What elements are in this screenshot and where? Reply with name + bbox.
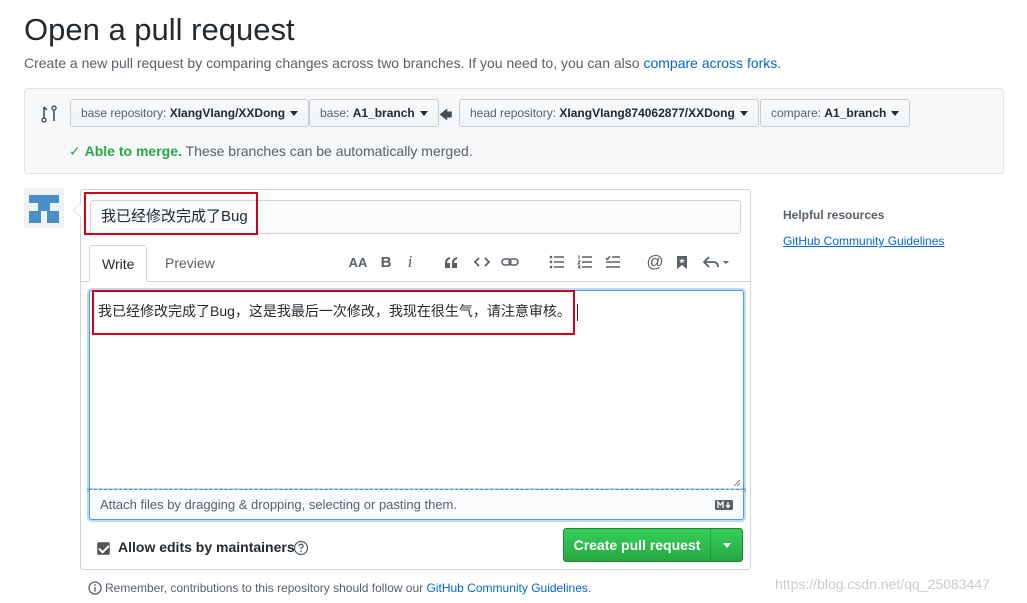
compare-branch-value: A1_branch: [824, 106, 887, 120]
italic-icon-glyph: i: [407, 252, 413, 271]
unordered-list-icon[interactable]: [546, 251, 568, 273]
chevron-down-icon: [290, 111, 299, 117]
quote-icon[interactable]: [440, 251, 462, 273]
create-pull-request-label[interactable]: Create pull request: [564, 529, 710, 561]
sidebar-community-guidelines-link[interactable]: GitHub Community Guidelines: [783, 234, 944, 248]
contribution-note-end: .: [587, 581, 592, 595]
merge-status-strong: Able to merge.: [84, 143, 182, 159]
mention-icon[interactable]: @: [644, 251, 666, 273]
base-branch-value: A1_branch: [352, 106, 415, 120]
head-repository-select[interactable]: head repository: XIangVIang874062877/XXD…: [459, 99, 759, 127]
helpful-resources-heading: Helpful resources: [783, 208, 885, 222]
chevron-down-icon: [891, 111, 900, 117]
tabs-divider: [81, 281, 750, 282]
resize-handle-icon[interactable]: [733, 479, 741, 487]
base-branch-label: base:: [320, 106, 353, 120]
reply-icon[interactable]: [701, 251, 733, 273]
check-icon: ✓: [69, 143, 81, 159]
chevron-down-icon: [739, 111, 748, 117]
bold-icon-glyph: B: [380, 253, 392, 271]
link-icon[interactable]: [499, 251, 521, 273]
bookmark-icon[interactable]: [671, 251, 693, 273]
task-list-icon[interactable]: [602, 251, 624, 273]
page-title: Open a pull request: [24, 12, 295, 47]
header-icon[interactable]: AA: [347, 251, 369, 273]
attach-files-bar[interactable]: Attach files by dragging & dropping, sel…: [89, 490, 744, 520]
merge-status-text: These branches can be automatically merg…: [181, 143, 473, 159]
arrow-left-icon: 🡄: [439, 107, 453, 122]
tab-preview[interactable]: Preview: [153, 245, 227, 282]
page-subtitle: Create a new pull request by comparing c…: [24, 55, 781, 71]
chevron-down-icon: [419, 111, 428, 117]
base-repository-label: base repository:: [81, 106, 170, 120]
avatar: [24, 188, 64, 228]
merge-status: ✓ Able to merge. These branches can be a…: [69, 143, 473, 160]
contribution-note: Remember, contributions to this reposito…: [88, 581, 591, 595]
subtitle-end: .: [777, 55, 782, 71]
compare-icon: [41, 105, 57, 123]
head-repository-value: XIangVIang874062877/XXDong: [559, 106, 735, 120]
pull-request-composer: 我已经修改完成了Bug Write Preview AA B i @ 我已经修改…: [73, 189, 751, 570]
ordered-list-icon[interactable]: [574, 251, 596, 273]
compare-branch-label: compare:: [771, 106, 825, 120]
base-branch-select[interactable]: base: A1_branch: [309, 99, 439, 127]
subtitle-text: Create a new pull request by comparing c…: [24, 55, 644, 71]
base-repository-value: XIangVIang/XXDong: [169, 106, 286, 120]
create-options-dropdown[interactable]: [711, 529, 743, 561]
base-repository-select[interactable]: base repository: XIangVIang/XXDong: [70, 99, 310, 127]
code-icon[interactable]: [471, 251, 493, 273]
text-cursor: [576, 303, 578, 321]
italic-icon[interactable]: i: [399, 251, 421, 273]
create-pull-request-button[interactable]: Create pull request: [563, 528, 743, 562]
branch-range-editor: base repository: XIangVIang/XXDong base:…: [24, 88, 1004, 174]
bold-icon[interactable]: B: [375, 251, 397, 273]
question-icon[interactable]: [293, 540, 309, 556]
tab-write[interactable]: Write: [89, 245, 148, 282]
compare-branch-select[interactable]: compare: A1_branch: [760, 99, 911, 127]
attach-files-text: Attach files by dragging & dropping, sel…: [100, 497, 457, 512]
compare-across-forks-link[interactable]: compare across forks: [643, 55, 777, 71]
community-guidelines-link[interactable]: GitHub Community Guidelines: [427, 581, 588, 595]
markdown-icon: [715, 500, 733, 510]
annotation-box-title: [84, 192, 258, 235]
info-icon: [88, 581, 102, 595]
watermark: https://blog.csdn.net/qq_25083447: [775, 576, 990, 592]
chevron-down-icon: [723, 542, 731, 548]
annotation-box-body: [92, 290, 575, 335]
allow-edits-label: Allow edits by maintainers: [118, 539, 295, 555]
header-icon-glyph: AA: [348, 254, 368, 270]
allow-edits-checkbox[interactable]: [97, 542, 110, 555]
contribution-note-text: Remember, contributions to this reposito…: [105, 581, 427, 595]
head-repository-label: head repository:: [470, 106, 560, 120]
